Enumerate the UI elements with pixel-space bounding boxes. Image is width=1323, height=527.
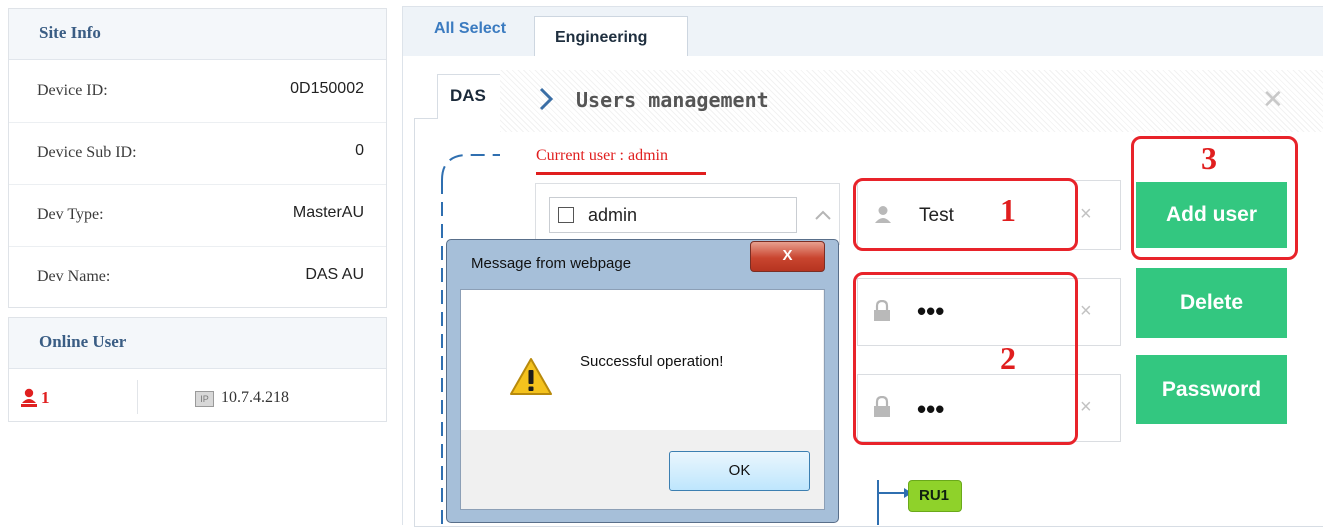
user-count-icon bbox=[21, 388, 37, 408]
device-sub-id-value: 0 bbox=[355, 142, 364, 159]
user-name: admin bbox=[588, 205, 638, 225]
tab-engineering-label: Engineering bbox=[555, 29, 648, 46]
dev-name-value: DAS AU bbox=[305, 266, 364, 283]
chevron-up-icon[interactable] bbox=[814, 208, 832, 227]
site-info-panel: Site Info Device ID: 0D150002 Device Sub… bbox=[8, 8, 387, 308]
online-user-header: Online User bbox=[9, 318, 386, 369]
ok-button[interactable]: OK bbox=[669, 451, 810, 491]
message-close-button[interactable]: X bbox=[750, 241, 825, 272]
chevron-right-icon bbox=[538, 86, 554, 117]
dev-type-label: Dev Type: bbox=[37, 206, 104, 223]
info-row-dev-name: Dev Name: DAS AU bbox=[9, 246, 386, 308]
annotation-box-2 bbox=[853, 272, 1078, 445]
message-text: Successful operation! bbox=[580, 353, 724, 370]
current-user-underline bbox=[536, 172, 706, 175]
device-id-value: 0D150002 bbox=[290, 80, 364, 97]
close-icon[interactable]: ✕ bbox=[1262, 84, 1284, 115]
ok-button-label: OK bbox=[728, 462, 751, 479]
device-id-label: Device ID: bbox=[37, 82, 108, 99]
dev-name-label: Dev Name: bbox=[37, 268, 111, 285]
clear-username-icon[interactable]: × bbox=[1080, 203, 1092, 226]
current-user-label: Current user : admin bbox=[536, 147, 668, 164]
tab-das[interactable]: DAS bbox=[437, 74, 501, 119]
list-item[interactable]: admin bbox=[549, 197, 797, 233]
ip-icon: IP bbox=[195, 391, 214, 407]
online-user-panel: Online User 1 IP 10.7.4.218 bbox=[8, 317, 387, 422]
online-user-title: Online User bbox=[39, 332, 127, 351]
annotation-box-1 bbox=[853, 178, 1078, 251]
clear-password-icon[interactable]: × bbox=[1080, 300, 1092, 323]
dev-type-value: MasterAU bbox=[292, 204, 364, 221]
device-sub-id-label: Device Sub ID: bbox=[37, 144, 137, 161]
tab-das-label: DAS bbox=[450, 86, 486, 105]
message-dialog-title: Message from webpage bbox=[471, 255, 632, 272]
clear-confirm-icon[interactable]: × bbox=[1080, 396, 1092, 419]
site-info-header: Site Info bbox=[9, 9, 386, 60]
info-row-dev-type: Dev Type: MasterAU bbox=[9, 184, 386, 247]
user-count: 1 bbox=[41, 388, 50, 407]
users-management-title: Users management bbox=[576, 88, 769, 112]
annotation-number-3: 3 bbox=[1201, 140, 1217, 176]
info-row-device-sub-id: Device Sub ID: 0 bbox=[9, 122, 386, 185]
tab-all-select[interactable]: All Select bbox=[434, 20, 506, 38]
delete-button[interactable]: Delete bbox=[1136, 268, 1287, 338]
site-info-title: Site Info bbox=[39, 23, 101, 42]
annotation-number-1: 1 bbox=[1000, 192, 1016, 228]
tab-engineering[interactable]: Engineering bbox=[534, 16, 688, 58]
online-user-divider bbox=[137, 380, 138, 414]
topology-node-label: RU1 bbox=[919, 487, 950, 504]
password-button[interactable]: Password bbox=[1136, 355, 1287, 424]
annotation-number-2: 2 bbox=[1000, 340, 1016, 376]
topology-node-ru1[interactable]: RU1 bbox=[908, 480, 962, 512]
ip-address: 10.7.4.218 bbox=[221, 389, 289, 406]
info-row-device-id: Device ID: 0D150002 bbox=[9, 60, 386, 123]
warning-icon bbox=[509, 357, 553, 402]
close-icon: X bbox=[782, 247, 793, 264]
user-checkbox[interactable] bbox=[558, 207, 574, 223]
